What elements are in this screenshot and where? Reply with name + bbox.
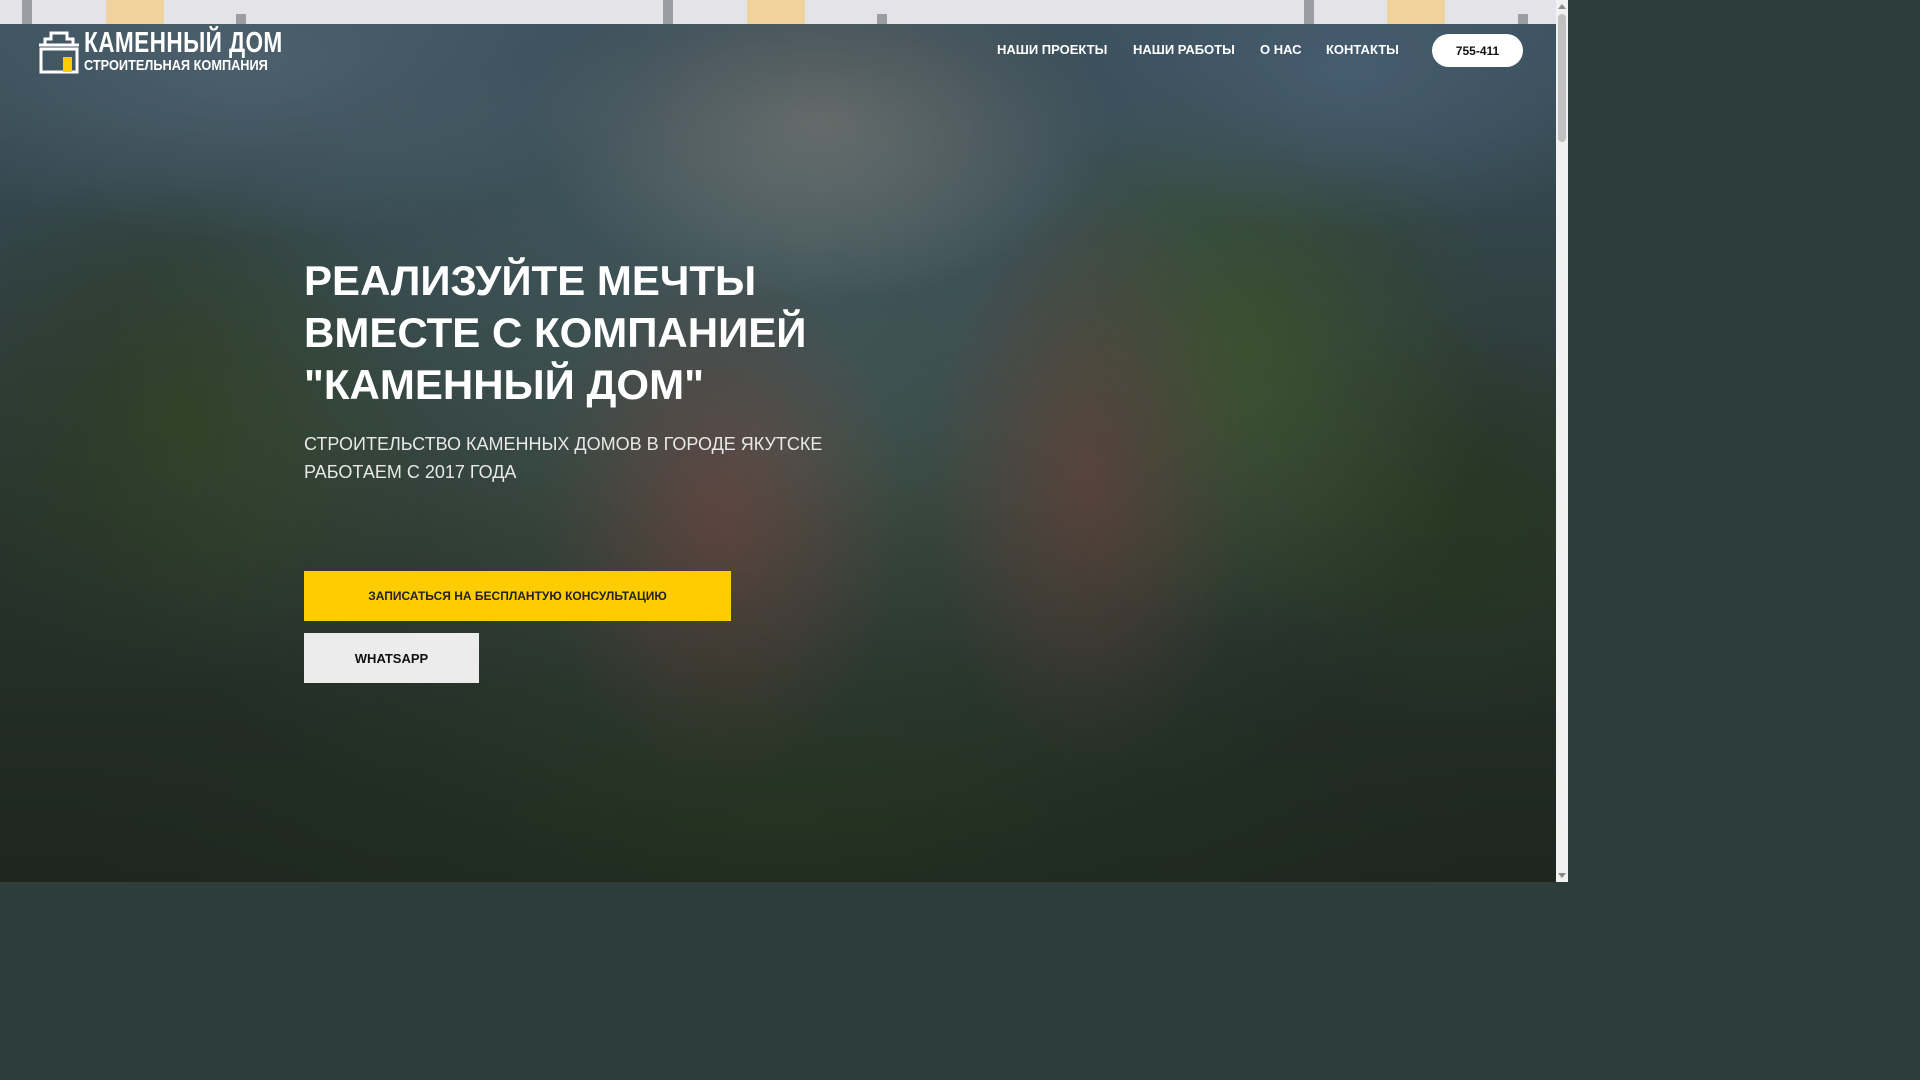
- scroll-up-icon[interactable]: [1558, 4, 1566, 9]
- hero-title-line: ВМЕСТЕ С КОМПАНИЕЙ: [304, 309, 807, 356]
- strip-mark: [1304, 0, 1314, 24]
- strip-mark: [22, 0, 32, 24]
- nav-item-contacts[interactable]: КОНТАКТЫ: [1326, 40, 1399, 60]
- page-scrollbar[interactable]: [1556, 0, 1568, 882]
- brand-tagline: СТРОИТЕЛЬНАЯ КОМПАНИЯ: [84, 57, 268, 74]
- strip-mark: [1518, 14, 1528, 24]
- hero-subtitle-line: РАБОТАЕМ С 2017 ГОДА: [304, 462, 517, 482]
- scroll-thumb[interactable]: [1558, 14, 1566, 142]
- phone-button[interactable]: 755-411: [1432, 34, 1523, 67]
- strip-mark: [663, 0, 673, 24]
- brand-name: КАМЕННЫЙ ДОМ: [84, 27, 283, 59]
- castle-house-icon: [39, 31, 79, 74]
- strip-mark: [877, 14, 887, 24]
- hero-title-line: РЕАЛИЗУЙТЕ МЕЧТЫ: [304, 257, 757, 304]
- consultation-button[interactable]: ЗАПИСАТЬСЯ НА БЕСПЛАНТУЮ КОНСУЛЬТАЦИЮ: [304, 571, 731, 621]
- hero-title: РЕАЛИЗУЙТЕ МЕЧТЫ ВМЕСТЕ С КОМПАНИЕЙ "КАМ…: [304, 255, 924, 411]
- nav-item-projects[interactable]: НАШИ ПРОЕКТЫ: [997, 40, 1107, 60]
- nav-item-works[interactable]: НАШИ РАБОТЫ: [1133, 40, 1235, 60]
- hero-subtitle: СТРОИТЕЛЬСТВО КАМЕННЫХ ДОМОВ В ГОРОДЕ ЯК…: [304, 430, 822, 486]
- whatsapp-button[interactable]: WHATSAPP: [304, 633, 479, 683]
- strip-mark: [106, 0, 164, 24]
- brand-logo[interactable]: КАМЕННЫЙ ДОМ СТРОИТЕЛЬНАЯ КОМПАНИЯ: [37, 27, 292, 75]
- strip-mark: [1387, 0, 1445, 24]
- nav-item-about[interactable]: О НАС: [1260, 40, 1302, 60]
- top-image-strip: [0, 0, 1556, 24]
- hero-title-line: "КАМЕННЫЙ ДОМ": [304, 361, 705, 408]
- scroll-down-icon[interactable]: [1558, 873, 1566, 878]
- strip-mark: [236, 14, 246, 24]
- strip-mark: [747, 0, 805, 24]
- hero-subtitle-line: СТРОИТЕЛЬСТВО КАМЕННЫХ ДОМОВ В ГОРОДЕ ЯК…: [304, 434, 823, 454]
